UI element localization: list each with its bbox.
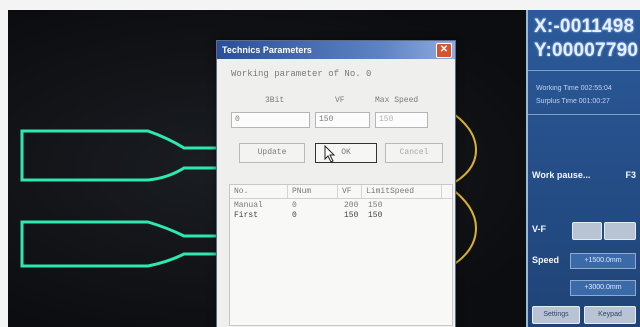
cancel-button[interactable]: Cancel xyxy=(385,143,443,163)
keypad-button[interactable]: Keypad xyxy=(584,306,636,324)
sbit-input[interactable]: 0 xyxy=(231,112,310,128)
working-time: Working Time 002:55:04 xyxy=(536,85,612,92)
cell-pnum: 0 xyxy=(292,201,297,210)
header-pnum: PNum xyxy=(288,185,338,198)
cell-pnum: 0 xyxy=(292,211,297,220)
close-icon: ✕ xyxy=(439,44,449,55)
parameter-table[interactable]: No. PNum VF LimitSpeed Manual 0 200 150 … xyxy=(229,184,453,326)
vf-toggle-2[interactable] xyxy=(604,222,636,240)
vf-toggle[interactable] xyxy=(572,222,602,240)
settings-button[interactable]: Settings xyxy=(532,306,580,324)
update-button[interactable]: Update xyxy=(239,143,305,163)
vf-label: VF xyxy=(335,96,345,105)
sbit-label: 3Bit xyxy=(265,96,285,105)
speed-label: Speed xyxy=(532,255,560,265)
divider xyxy=(528,70,640,71)
work-pause-label: Work pause... xyxy=(532,170,591,180)
lower-toolpath xyxy=(20,220,220,268)
dialog-title: Technics Parameters xyxy=(222,45,312,55)
cell-limitspeed: 150 xyxy=(368,201,383,210)
close-button[interactable]: ✕ xyxy=(436,43,452,58)
table-row[interactable]: Manual 0 200 150 xyxy=(230,201,452,211)
monitor-screen: X:-0011498 Y:00007790 Working Time 002:5… xyxy=(8,10,640,327)
dialog-heading: Working parameter of No. 0 xyxy=(231,69,372,79)
header-no: No. xyxy=(230,185,288,198)
vf-label: V-F xyxy=(532,224,547,234)
cell-no: Manual xyxy=(234,201,263,210)
cell-limitspeed: 150 xyxy=(368,211,383,220)
header-vf: VF xyxy=(338,185,362,198)
table-row[interactable]: First 0 150 150 xyxy=(230,211,452,221)
work-pause-key: F3 xyxy=(625,170,636,180)
surplus-time: Surplus Time 001:00:27 xyxy=(536,98,610,105)
mouse-cursor-icon xyxy=(324,145,336,163)
max-speed-label: Max Speed xyxy=(375,96,419,105)
table-header: No. PNum VF LimitSpeed xyxy=(230,185,452,199)
y-coordinate: Y:00007790 xyxy=(534,40,639,61)
vf-input[interactable]: 150 xyxy=(315,112,370,128)
cell-vf: 150 xyxy=(344,211,359,220)
upper-toolpath xyxy=(20,129,220,182)
dialog-titlebar[interactable]: Technics Parameters xyxy=(217,41,455,59)
x-coordinate: X:-0011498 xyxy=(534,16,635,37)
work-pause-button[interactable]: Work pause... F3 xyxy=(532,170,638,180)
status-panel: X:-0011498 Y:00007790 Working Time 002:5… xyxy=(526,10,640,327)
cell-vf: 200 xyxy=(344,201,359,210)
secondary-value: +3000.0mm xyxy=(570,280,636,296)
header-limitspeed: LimitSpeed xyxy=(362,185,442,198)
divider xyxy=(528,114,640,115)
cell-no: First xyxy=(234,211,259,220)
technics-parameters-dialog: Technics Parameters ✕ Working parameter … xyxy=(216,40,456,327)
max-speed-input[interactable]: 150 xyxy=(375,112,428,128)
speed-value: +1500.0mm xyxy=(570,253,636,269)
